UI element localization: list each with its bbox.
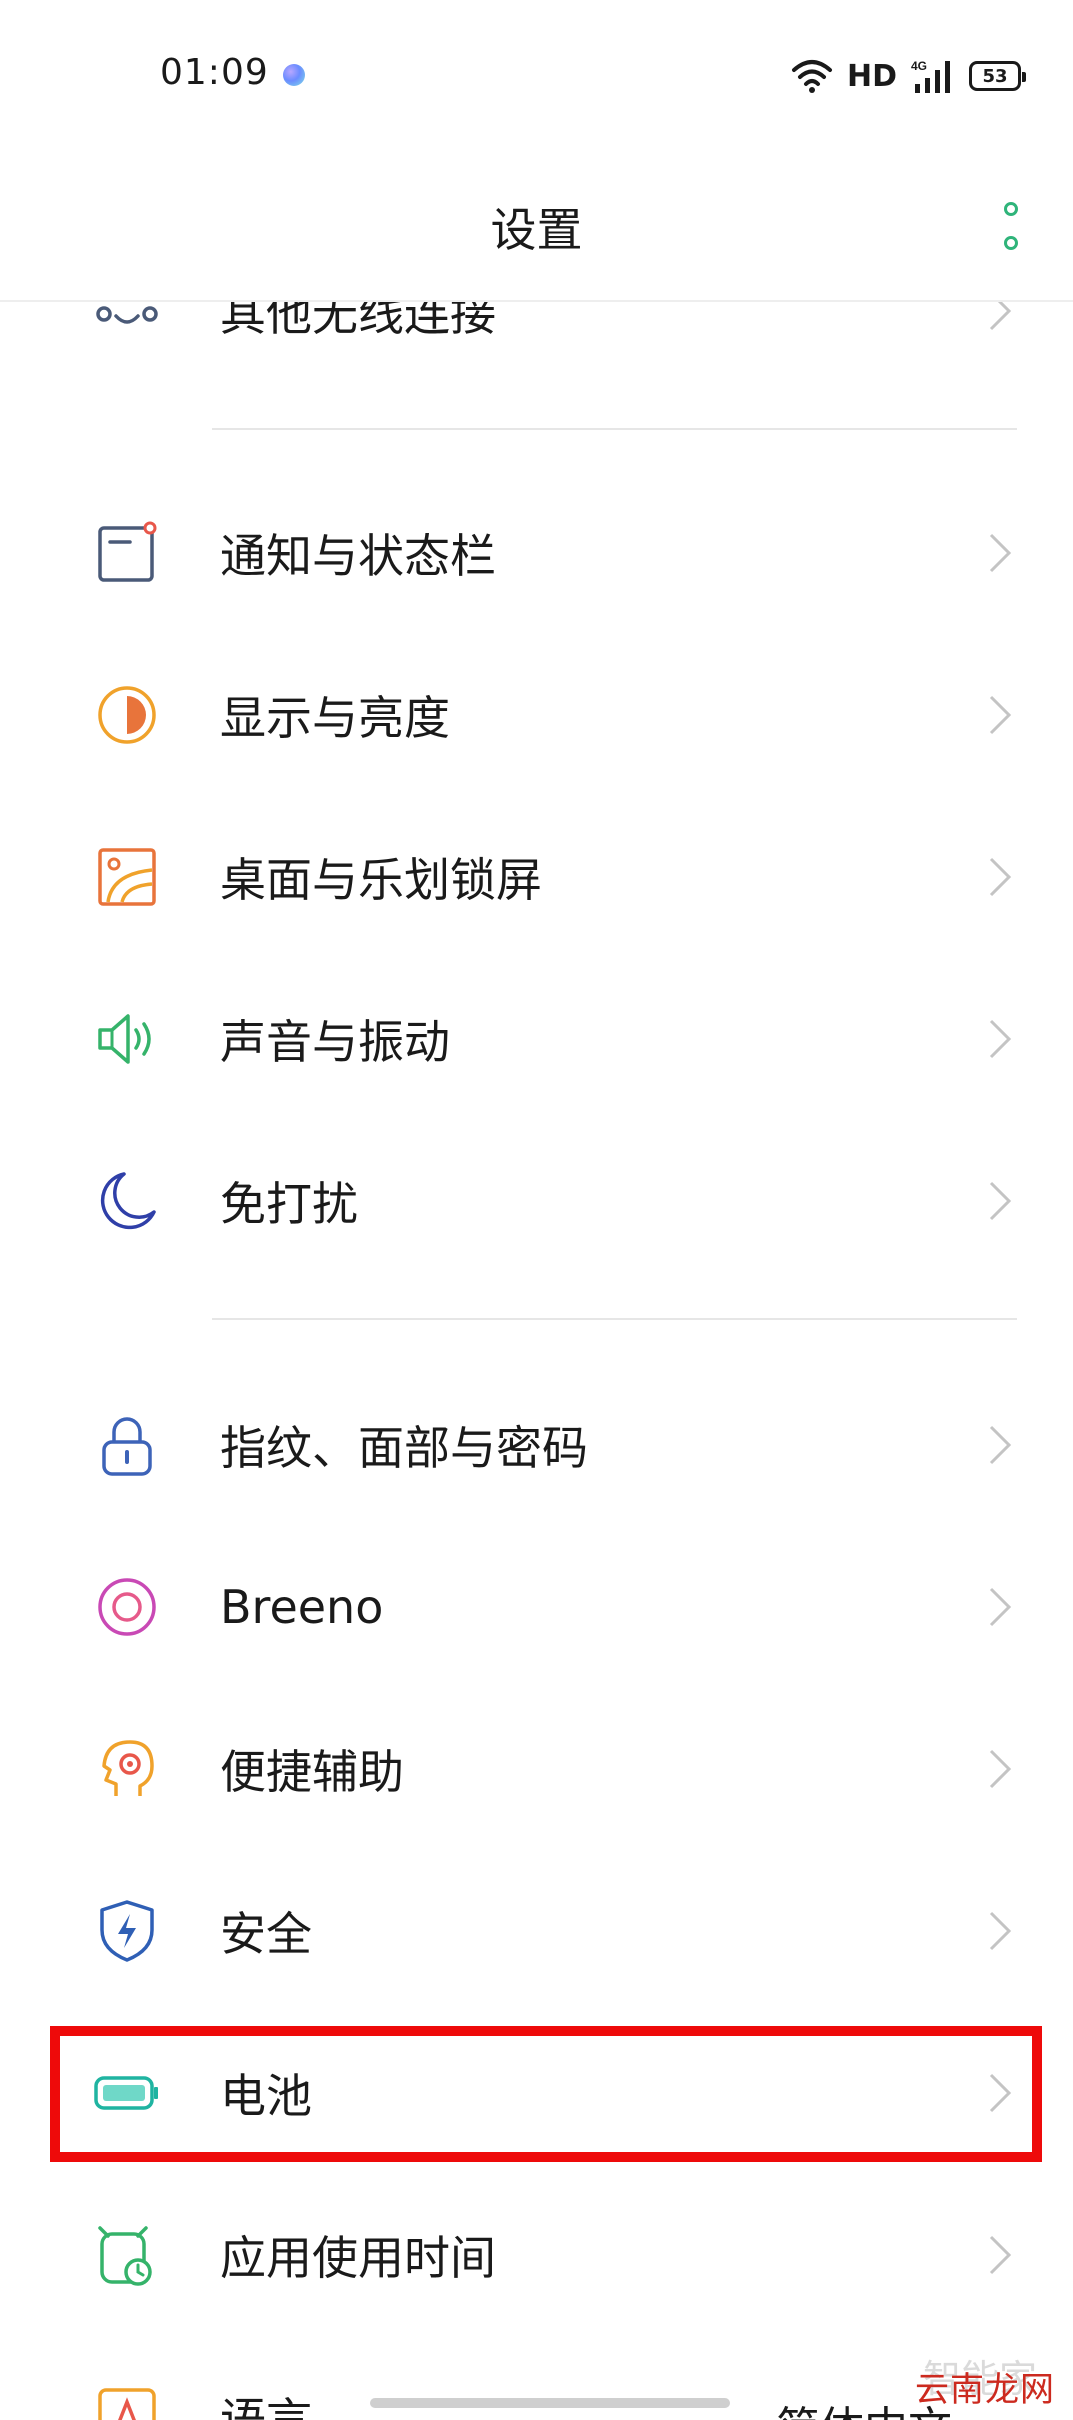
settings-item-breeno[interactable]: Breeno — [0, 1526, 1073, 1688]
language-icon — [98, 2388, 156, 2420]
assist-head-icon — [102, 1740, 154, 1796]
chevron-right-icon — [989, 857, 1012, 897]
chevron-right-icon — [989, 1749, 1012, 1789]
settings-item-label: 语言 — [220, 2393, 312, 2420]
chevron-right-icon — [989, 1911, 1012, 1951]
settings-item-label: 声音与振动 — [220, 1015, 450, 1069]
section-divider — [212, 1318, 1017, 1320]
wallpaper-icon — [98, 848, 156, 906]
settings-item-label: Breeno — [220, 1580, 384, 1634]
chevron-right-icon — [989, 1587, 1012, 1627]
chevron-right-icon — [989, 2235, 1012, 2275]
settings-item-label: 指纹、面部与密码 — [220, 1421, 588, 1475]
watermark: 云南龙网 — [915, 2370, 1055, 2410]
lock-icon — [102, 1417, 152, 1476]
shield-icon — [100, 1900, 154, 1962]
breeno-icon — [98, 1578, 156, 1636]
highlight-box — [50, 2026, 1042, 2162]
settings-item-label: 通知与状态栏 — [220, 529, 496, 583]
settings-item-display[interactable]: 显示与亮度 — [0, 634, 1073, 796]
settings-item-app-usage[interactable]: 应用使用时间 — [0, 2174, 1073, 2336]
chevron-right-icon — [989, 533, 1012, 573]
section-divider — [212, 428, 1017, 430]
notification-icon — [98, 521, 157, 582]
chevron-right-icon — [989, 1425, 1012, 1465]
moon-icon — [100, 1172, 156, 1230]
settings-item-label: 应用使用时间 — [220, 2231, 496, 2285]
page-title: 设置 — [490, 203, 583, 257]
settings-item-notifications[interactable]: 通知与状态栏 — [0, 472, 1073, 634]
chevron-right-icon — [989, 1181, 1012, 1221]
app-header: 设置 — [0, 150, 1073, 300]
settings-item-sound[interactable]: 声音与振动 — [0, 958, 1073, 1120]
settings-item-label: 桌面与乐划锁屏 — [220, 853, 542, 907]
home-indicator[interactable] — [370, 2398, 730, 2408]
more-options-icon[interactable] — [1001, 202, 1021, 250]
settings-item-label: 安全 — [220, 1907, 312, 1961]
display-brightness-icon — [98, 686, 156, 744]
settings-item-security-codes[interactable]: 指纹、面部与密码 — [0, 1364, 1073, 1526]
settings-item-dnd[interactable]: 免打扰 — [0, 1120, 1073, 1282]
chevron-right-icon — [989, 1019, 1012, 1059]
settings-item-label: 显示与亮度 — [220, 691, 450, 745]
clock-icon — [98, 2226, 152, 2286]
settings-item-label: 免打扰 — [220, 1177, 358, 1231]
settings-item-security[interactable]: 安全 — [0, 1850, 1073, 2012]
settings-item-label: 便捷辅助 — [220, 1745, 404, 1799]
chevron-right-icon — [989, 695, 1012, 735]
settings-item-accessibility[interactable]: 便捷辅助 — [0, 1688, 1073, 1850]
speaker-icon — [98, 1014, 151, 1064]
settings-item-wallpaper[interactable]: 桌面与乐划锁屏 — [0, 796, 1073, 958]
